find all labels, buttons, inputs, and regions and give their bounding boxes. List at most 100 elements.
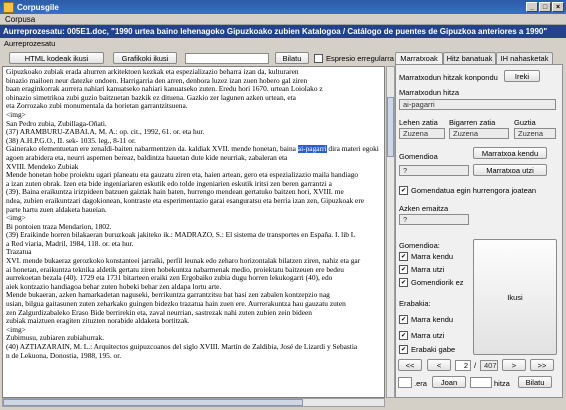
tab-ih-nahasketak[interactable]: IH nahasketak: [496, 52, 553, 64]
text-line: Gainerako elementuetan ere zenaldi-baite…: [6, 145, 379, 154]
e-opt-label: Erabaki gabe: [411, 345, 456, 354]
document-info-bar: Aurreprozesatu: 005E1.doc, "1990 urtea b…: [0, 25, 566, 38]
graphic-view-button[interactable]: Grafikoki ikusi: [113, 52, 177, 64]
bigarren-field: Zuzena: [449, 128, 509, 139]
page-total-field: 407: [480, 360, 498, 371]
text-line: XVI. mende bukaeraz gerozkoko konstantee…: [6, 257, 361, 266]
text-line: <img>: [6, 325, 26, 334]
era-label: .era: [414, 379, 427, 388]
checkbox-check-icon[interactable]: ✔: [399, 315, 408, 324]
joan-button[interactable]: Joan: [432, 376, 466, 388]
text-line: Mende honetan hobe proiektu ugari planea…: [6, 171, 359, 180]
text-line: Gipuzkoako zubiak erada ahurren arkitekt…: [6, 68, 299, 76]
text-line: XVIII. Mendeko Zubiak: [6, 162, 79, 171]
position-field[interactable]: [398, 377, 412, 388]
kendu-button[interactable]: Marratxoa kendu: [473, 147, 547, 159]
vertical-scrollbar[interactable]: [386, 66, 395, 398]
gomendioak-label: Gomendioa:: [399, 241, 440, 250]
close-button[interactable]: ×: [552, 2, 564, 12]
jarraitu-checkbox[interactable]: ✔ Gomendatua egin hurrengora joatean: [399, 186, 536, 195]
regex-checkbox[interactable]: Espresio erregularra: [314, 54, 394, 63]
text-line: San Pedro zubia, Zubillaga-Oñati.: [6, 119, 107, 128]
text-line: (40) AZTIAZARAIN, M. L.: Arquitectos gui…: [6, 343, 358, 351]
g-opt-label: Marra kendu: [411, 252, 454, 261]
e-opt-label: Marra kendu: [411, 315, 454, 324]
azken-label: Azken emaitza: [399, 204, 449, 213]
menu-bar: Corpusa: [0, 14, 566, 25]
scroll-thumb[interactable]: [387, 97, 394, 157]
text-line: <img>: [6, 110, 26, 119]
nav-last-button[interactable]: >>: [530, 359, 554, 371]
text-line: (39) Eraikinde horren bilakaeran buruzko…: [6, 231, 356, 240]
gomendioa-label: Gomendioa: [399, 152, 438, 161]
regex-label: Espresio erregularra: [326, 54, 394, 63]
checkbox-check-icon[interactable]: ✔: [399, 186, 408, 195]
checkbox-check-icon[interactable]: ✔: [399, 345, 408, 354]
menu-corpusa[interactable]: Corpusa: [5, 15, 35, 24]
text-line: Bi pontoien traza Mendarion, 1802.: [6, 222, 112, 231]
document-text-area[interactable]: Gipuzkoako zubiak erada ahurren arkitekt…: [2, 66, 385, 398]
g-opt-label: Gomendiorik ez: [411, 278, 464, 287]
text-line: aurrekoetan bezala (40). 1729 eta 1731 b…: [6, 274, 333, 283]
g-opt-utzi[interactable]: ✔ Marra utzi: [399, 265, 444, 274]
page-separator: /: [474, 361, 477, 370]
window-title: Corpusgile: [17, 2, 59, 12]
checkbox-check-icon[interactable]: ✔: [399, 265, 408, 274]
maximize-button[interactable]: □: [539, 2, 551, 12]
gomendioa-field: ?: [399, 165, 469, 176]
checkbox-box[interactable]: [314, 54, 323, 63]
text-line: n de Lekuona, Donostia, 1988, 195. or.: [6, 351, 122, 360]
e-opt-utzi[interactable]: ✔ Marra utzi: [399, 331, 444, 340]
text-line: Mende bukaeran, azken hamarkadetan nagus…: [6, 291, 330, 300]
hitza-search-input[interactable]: [470, 377, 492, 388]
g-opt-ez[interactable]: ✔ Gomendiorik ez: [399, 278, 464, 287]
bigarren-label: Bigarren zatia: [449, 118, 496, 127]
e-opt-kendu[interactable]: ✔ Marra kendu: [399, 315, 453, 324]
lehen-field: Zuzena: [399, 128, 445, 139]
checkbox-check-icon[interactable]: ✔: [399, 331, 408, 340]
e-opt-gabe[interactable]: ✔ Erabaki gabe: [399, 345, 455, 354]
text-line: binazio mailoen neur datezke ondoen. Har…: [6, 76, 308, 85]
text-line: (38) A.H.P.G.O., II. sek- 1035. leg., 8-…: [6, 136, 136, 145]
g-opt-label: Marra utzi: [411, 265, 445, 274]
hitza-field: ai-pagarri: [399, 99, 556, 110]
text-line: parte hartu zuen aldaketa haueian.: [6, 205, 107, 214]
ireki-button[interactable]: Ireki: [504, 70, 540, 82]
nav-prev-button[interactable]: <: [427, 359, 451, 371]
tab-hitz-banatuak[interactable]: Hitz banatuak: [443, 52, 496, 64]
text-line: <img>: [6, 214, 26, 223]
horizontal-scrollbar[interactable]: [2, 398, 385, 407]
hyphen-panel: Marratxodun hitzak konpondu Ireki Marrat…: [395, 64, 563, 398]
azken-field: ?: [399, 214, 469, 225]
html-view-button[interactable]: HTML kodeak ikusi: [9, 52, 104, 64]
utzi-button[interactable]: Marratxoa utzi: [473, 164, 547, 176]
text-line: zubiak maiztuen eragiten zituzten norabi…: [6, 317, 190, 326]
ikusi-button[interactable]: Ikusi: [473, 239, 557, 355]
guztia-field: Zuzena: [514, 128, 556, 139]
text-line: usian, bilgua gaitasunen zuten zeharkako…: [6, 300, 346, 309]
hitza-small-label: hitza: [494, 379, 510, 388]
text-line: a izan zuten obrak. Izen eta bide ingeni…: [6, 179, 332, 188]
panel-title: Aurreprozesatu: [4, 39, 56, 48]
nav-first-button[interactable]: <<: [398, 359, 422, 371]
text-line: ndea, zubien eraikuntzari dagokionean, k…: [6, 196, 365, 205]
text-line: aiek kontzazio handiagoa behar zuten hob…: [6, 282, 222, 291]
search-input[interactable]: [185, 53, 269, 64]
hscroll-thumb[interactable]: [3, 399, 303, 406]
highlighted-word: ai-pagarri: [297, 145, 327, 154]
text-line: (39). Baina eraikuntza irizpideen batzue…: [6, 188, 344, 197]
g-opt-kendu[interactable]: ✔ Marra kendu: [399, 252, 453, 261]
nav-next-button[interactable]: >: [502, 359, 526, 371]
checkbox-check-icon[interactable]: ✔: [399, 252, 408, 261]
minimize-button[interactable]: _: [526, 2, 538, 12]
text-line: agoen arabidera eta, neurri aspemen bere…: [6, 153, 288, 162]
page-current-field[interactable]: 2: [455, 360, 471, 371]
konpondu-label: Marratxodun hitzak konpondu: [399, 73, 498, 82]
bilatu-button[interactable]: Bilatu: [518, 376, 552, 388]
text-line: baan eraginkorrak aurrera nahiari kanuat…: [6, 85, 323, 94]
title-bar: Corpusgile _ □ ×: [0, 0, 566, 14]
text-line: Zubimusu, zubiaren zubiahurrak.: [6, 334, 105, 343]
search-button[interactable]: Bilatu: [275, 52, 309, 64]
checkbox-check-icon[interactable]: ✔: [399, 278, 408, 287]
e-opt-label: Marra utzi: [411, 331, 445, 340]
